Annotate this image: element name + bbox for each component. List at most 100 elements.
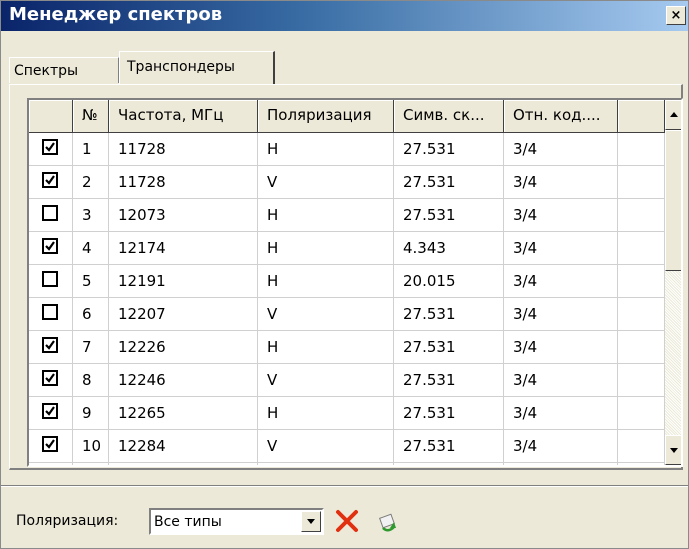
checkbox-checked[interactable] bbox=[42, 370, 58, 386]
checkbox-checked[interactable] bbox=[42, 238, 58, 254]
checkbox-unchecked[interactable] bbox=[42, 304, 58, 320]
cell-number: 7 bbox=[73, 331, 109, 364]
arrow-down-icon bbox=[670, 448, 678, 453]
cell-fec: 3/4 bbox=[504, 265, 618, 298]
footer-divider bbox=[1, 485, 688, 487]
cell-polarization: V bbox=[258, 298, 394, 331]
checkbox-unchecked[interactable] bbox=[42, 271, 58, 287]
column-header-filler bbox=[618, 100, 665, 133]
cell-checkbox bbox=[29, 364, 73, 397]
window-title: Менеджер спектров bbox=[9, 4, 223, 25]
table-row[interactable]: 5 12191 H 20.015 3/4 bbox=[29, 265, 665, 298]
cell-filler bbox=[618, 133, 665, 166]
cell-checkbox bbox=[29, 331, 73, 364]
polarization-filter-value: Все типы bbox=[154, 514, 222, 530]
cell-filler bbox=[618, 199, 665, 232]
cell-frequency: 12174 bbox=[109, 232, 258, 265]
cell-fec: 3/4 bbox=[504, 364, 618, 397]
cell-fec: 3/4 bbox=[504, 199, 618, 232]
cell-fec: 3/4 bbox=[504, 331, 618, 364]
cell-polarization: H bbox=[258, 397, 394, 430]
cell-fec: 3/4 bbox=[504, 166, 618, 199]
cell-symbol-rate: 4.343 bbox=[394, 232, 504, 265]
cell-checkbox bbox=[29, 199, 73, 232]
checkbox-checked[interactable] bbox=[42, 172, 58, 188]
table-row[interactable]: 2 11728 V 27.531 3/4 bbox=[29, 166, 665, 199]
cell-checkbox bbox=[29, 265, 73, 298]
delete-button[interactable] bbox=[334, 508, 360, 534]
cell-frequency: 11728 bbox=[109, 166, 258, 199]
cell-filler bbox=[618, 166, 665, 199]
tab-transponders[interactable]: Транспондеры bbox=[119, 51, 275, 84]
tab-spectra[interactable]: Спектры bbox=[9, 57, 119, 83]
close-button[interactable]: × bbox=[666, 6, 686, 25]
table-row[interactable]: 10 12284 V 27.531 3/4 bbox=[29, 430, 665, 463]
cell-symbol-rate: 27.531 bbox=[394, 331, 504, 364]
cell-number: 9 bbox=[73, 397, 109, 430]
cell-symbol-rate: 27.531 bbox=[394, 166, 504, 199]
scroll-down-button[interactable] bbox=[665, 435, 681, 465]
column-header-frequency[interactable]: Частота, МГц bbox=[109, 100, 258, 133]
cell-filler bbox=[618, 430, 665, 463]
table-row[interactable]: 1 11728 H 27.531 3/4 bbox=[29, 133, 665, 166]
polarization-filter-select[interactable]: Все типы bbox=[149, 508, 324, 535]
spectrum-manager-window: Менеджер спектров × Спектры Транспондеры… bbox=[0, 0, 689, 549]
checkmark-icon bbox=[45, 406, 55, 416]
cell-symbol-rate bbox=[394, 463, 504, 465]
cell-number: 2 bbox=[73, 166, 109, 199]
table-row[interactable]: 4 12174 H 4.343 3/4 bbox=[29, 232, 665, 265]
cell-polarization: H bbox=[258, 232, 394, 265]
cell-polarization bbox=[258, 463, 394, 465]
cell-filler bbox=[618, 364, 665, 397]
scroll-thumb[interactable] bbox=[665, 130, 681, 271]
table-row-partial[interactable] bbox=[29, 463, 665, 465]
title-bar[interactable]: Менеджер спектров × bbox=[1, 1, 688, 31]
cell-polarization: V bbox=[258, 364, 394, 397]
table-row[interactable]: 9 12265 H 27.531 3/4 bbox=[29, 397, 665, 430]
cell-polarization: H bbox=[258, 265, 394, 298]
cell-checkbox bbox=[29, 133, 73, 166]
checkbox-checked[interactable] bbox=[42, 436, 58, 452]
checkbox-checked[interactable] bbox=[42, 139, 58, 155]
cell-number: 3 bbox=[73, 199, 109, 232]
refresh-icon bbox=[379, 513, 396, 532]
tab-spectra-label: Спектры bbox=[14, 63, 79, 79]
arrow-up-icon bbox=[670, 112, 678, 117]
cell-checkbox bbox=[29, 397, 73, 430]
refresh-button[interactable] bbox=[375, 508, 401, 534]
column-header-polarization[interactable]: Поляризация bbox=[258, 100, 394, 133]
cell-frequency: 12207 bbox=[109, 298, 258, 331]
table-row[interactable]: 3 12073 H 27.531 3/4 bbox=[29, 199, 665, 232]
red-x-icon bbox=[336, 510, 358, 532]
column-header-check[interactable] bbox=[29, 100, 73, 133]
checkmark-icon bbox=[45, 439, 55, 449]
checkbox-checked[interactable] bbox=[42, 403, 58, 419]
column-header-fec[interactable]: Отн. код.... bbox=[504, 100, 618, 133]
table-row[interactable]: 7 12226 H 27.531 3/4 bbox=[29, 331, 665, 364]
cell-number: 10 bbox=[73, 430, 109, 463]
checkmark-icon bbox=[45, 373, 55, 383]
cell-number bbox=[73, 463, 109, 465]
cell-symbol-rate: 27.531 bbox=[394, 298, 504, 331]
cell-fec: 3/4 bbox=[504, 397, 618, 430]
column-header-number[interactable]: № bbox=[73, 100, 109, 133]
tab-transponders-label: Транспондеры bbox=[127, 59, 235, 75]
cell-checkbox bbox=[29, 166, 73, 199]
dropdown-button[interactable] bbox=[301, 511, 321, 532]
cell-polarization: H bbox=[258, 331, 394, 364]
vertical-scrollbar[interactable] bbox=[665, 100, 681, 465]
column-header-symbol-rate[interactable]: Симв. ск... bbox=[394, 100, 504, 133]
table-row[interactable]: 8 12246 V 27.531 3/4 bbox=[29, 364, 665, 397]
scroll-up-button[interactable] bbox=[665, 100, 681, 130]
table-row[interactable]: 6 12207 V 27.531 3/4 bbox=[29, 298, 665, 331]
cell-number: 8 bbox=[73, 364, 109, 397]
checkbox-checked[interactable] bbox=[42, 337, 58, 353]
checkbox-unchecked[interactable] bbox=[42, 205, 58, 221]
cell-number: 1 bbox=[73, 133, 109, 166]
cell-frequency: 12191 bbox=[109, 265, 258, 298]
cell-number: 6 bbox=[73, 298, 109, 331]
cell-frequency: 12265 bbox=[109, 397, 258, 430]
cell-frequency: 12226 bbox=[109, 331, 258, 364]
cell-checkbox bbox=[29, 232, 73, 265]
checkmark-icon bbox=[45, 241, 55, 251]
